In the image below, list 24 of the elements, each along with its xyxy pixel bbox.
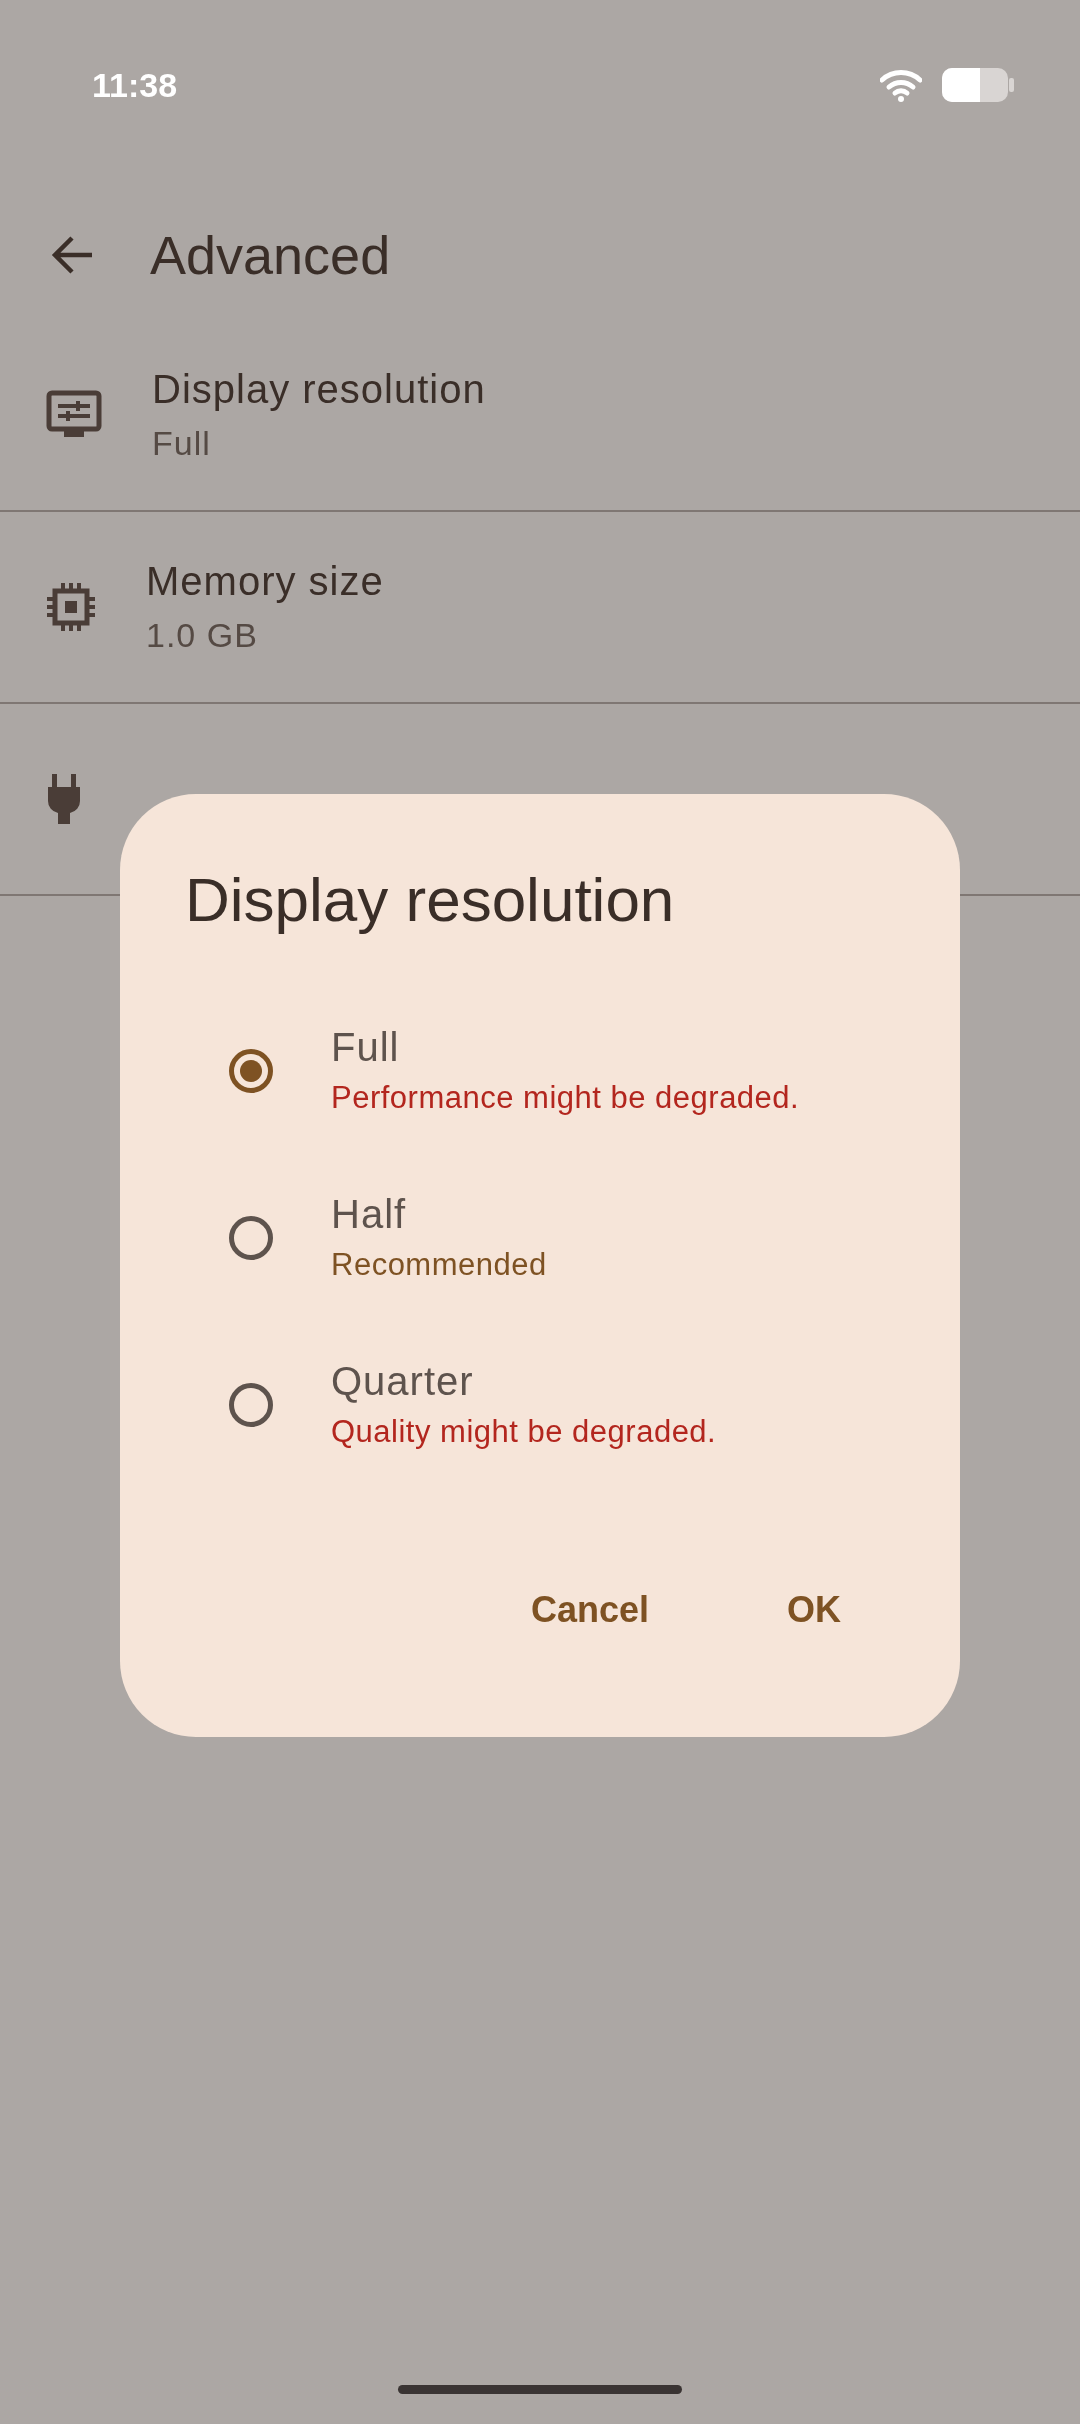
battery-icon bbox=[942, 68, 1014, 102]
dialog-button[interactable]: OK bbox=[763, 1573, 865, 1647]
page-title: Advanced bbox=[150, 224, 391, 286]
setting-summary: Full bbox=[152, 424, 212, 463]
option-note: Quality might be degraded. bbox=[331, 1414, 717, 1450]
option-label[interactable]: Half bbox=[331, 1192, 547, 1237]
display-settings-icon bbox=[46, 390, 102, 440]
option-note: Performance might be degraded. bbox=[331, 1080, 800, 1116]
radio-button[interactable] bbox=[229, 1215, 273, 1260]
option-label[interactable]: Full bbox=[331, 1025, 800, 1070]
plug-icon bbox=[46, 774, 82, 824]
setting-title[interactable]: Memory size bbox=[146, 559, 384, 604]
dialog-button[interactable]: Cancel bbox=[506, 1573, 673, 1647]
chip-icon bbox=[46, 582, 96, 632]
setting-title[interactable]: Display resolution bbox=[152, 367, 486, 412]
option-label[interactable]: Quarter bbox=[331, 1359, 717, 1404]
back-arrow-icon[interactable] bbox=[50, 235, 94, 275]
dialog-title: Display resolution bbox=[185, 864, 676, 935]
radio-button[interactable] bbox=[229, 1048, 273, 1093]
status-time: 11:38 bbox=[92, 65, 178, 105]
wifi-icon bbox=[880, 68, 922, 102]
option-note: Recommended bbox=[331, 1247, 547, 1283]
radio-button[interactable] bbox=[229, 1382, 273, 1427]
setting-summary: 1.0 GB bbox=[146, 616, 259, 655]
